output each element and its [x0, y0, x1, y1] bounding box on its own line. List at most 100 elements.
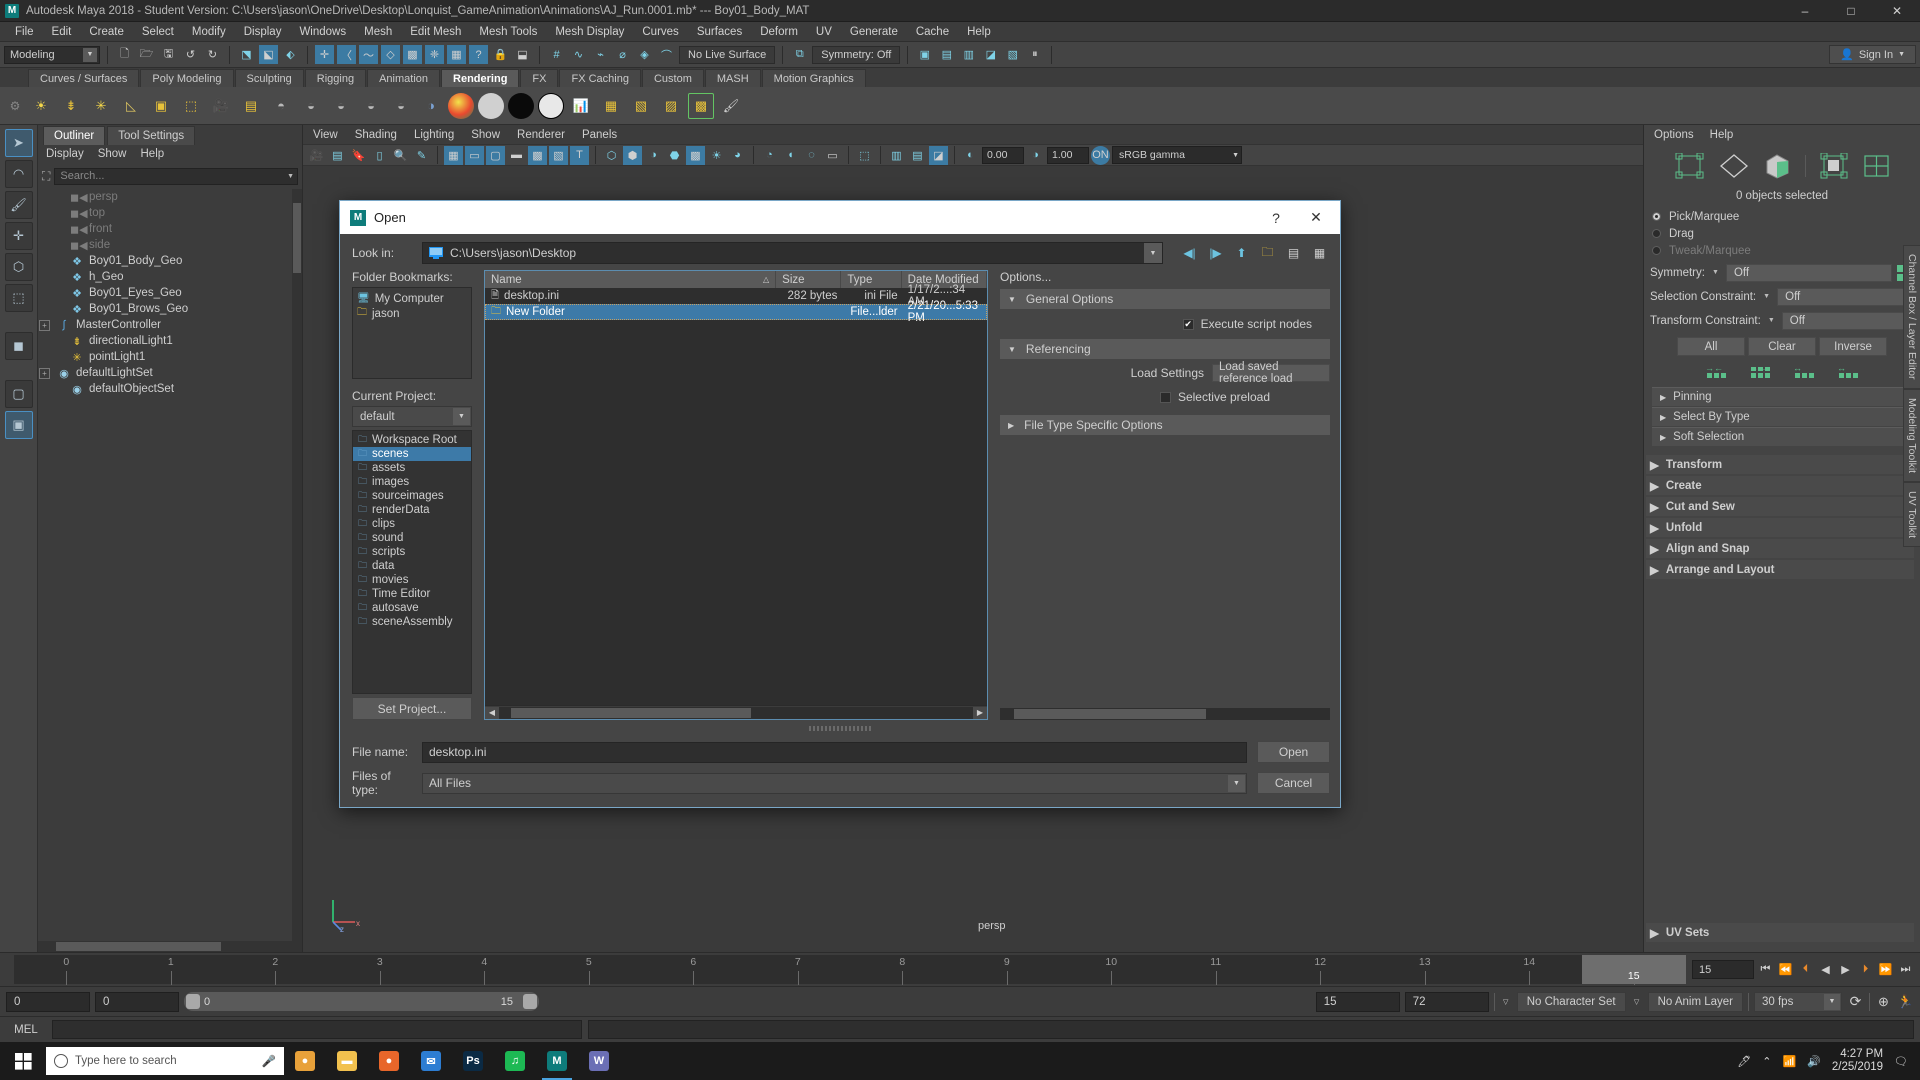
- sign-in-button[interactable]: 👤 Sign In ▼: [1829, 45, 1916, 64]
- options-horizontal-scrollbar[interactable]: [1000, 708, 1330, 720]
- shelf-tab-rendering[interactable]: Rendering: [441, 69, 520, 87]
- bookmark-item[interactable]: 🗀 jason: [357, 306, 467, 321]
- all-button[interactable]: All: [1677, 337, 1745, 356]
- bookmark-item[interactable]: 🖥 My Computer: [357, 291, 467, 306]
- taskbar-app-spotify[interactable]: ♫: [494, 1042, 536, 1080]
- vertex-mode-icon[interactable]: [1675, 153, 1705, 179]
- symmetry-field[interactable]: Symmetry: Off: [812, 45, 901, 64]
- current-time-field[interactable]: 15: [1692, 960, 1754, 979]
- shelf-tab-curves-surfaces[interactable]: Curves / Surfaces: [28, 69, 140, 87]
- character-set-field[interactable]: No Character Set: [1516, 991, 1626, 1012]
- grid-toggle-icon[interactable]: ▦: [444, 145, 463, 165]
- new-scene-icon[interactable]: 🗋: [115, 45, 134, 64]
- mel-output-field[interactable]: [588, 1020, 1914, 1039]
- select-filter-icon[interactable]: ⛶: [42, 169, 50, 184]
- microphone-icon[interactable]: 🎤: [262, 1054, 276, 1068]
- menu-modify[interactable]: Modify: [183, 22, 235, 42]
- section-transform[interactable]: ▶ Transform: [1646, 455, 1914, 474]
- render-settings-shelf-icon[interactable]: ▩: [688, 92, 714, 119]
- range-left-handle[interactable]: [186, 994, 200, 1009]
- lasso-tool-icon[interactable]: ◠: [4, 160, 33, 188]
- mel-command-input[interactable]: [52, 1020, 582, 1039]
- anim-start-field[interactable]: 15: [1315, 991, 1400, 1012]
- help-button[interactable]: ?: [1256, 203, 1296, 233]
- outliner-menu-show[interactable]: Show: [98, 148, 127, 160]
- surface-shader-icon[interactable]: [448, 92, 474, 119]
- tab-tool-settings[interactable]: Tool Settings: [107, 126, 196, 145]
- chevron-down-icon[interactable]: ▼: [287, 173, 294, 180]
- last-tool-icon[interactable]: ◼: [4, 332, 33, 360]
- shelf-tab-fx[interactable]: FX: [520, 69, 559, 87]
- project-folder-item[interactable]: 🗀 scenes: [353, 447, 471, 461]
- menu-create[interactable]: Create: [80, 22, 133, 42]
- viewport-menu-view[interactable]: View: [313, 129, 338, 141]
- radio-icon[interactable]: [1652, 246, 1661, 255]
- taskbar-app-chrome[interactable]: ●: [284, 1042, 326, 1080]
- file-list-row[interactable]: 🗀 New Folder File...lder 2/21/20...5:33 PM: [485, 300, 987, 324]
- chevron-down-icon[interactable]: ▼: [1766, 315, 1777, 326]
- viewport-menu-lighting[interactable]: Lighting: [414, 129, 454, 141]
- menu-windows[interactable]: Windows: [290, 22, 355, 42]
- mask-deformations-icon[interactable]: ◇: [381, 45, 400, 64]
- menu-surfaces[interactable]: Surfaces: [688, 22, 751, 42]
- lock-icon[interactable]: 🔒: [491, 45, 510, 64]
- notifications-icon[interactable]: 🗨: [1894, 1055, 1908, 1068]
- outliner-item[interactable]: ◼◀ side: [38, 237, 302, 253]
- volume-icon[interactable]: 🔊: [1807, 1055, 1821, 1068]
- persp-outliner-layout-icon[interactable]: ▣: [4, 411, 33, 439]
- file-list-horizontal-scrollbar[interactable]: [499, 706, 973, 719]
- shading-group-icon[interactable]: ▤: [238, 93, 264, 119]
- uv-mode-icon[interactable]: [1820, 153, 1848, 179]
- menu-cache[interactable]: Cache: [907, 22, 958, 42]
- referencing-section[interactable]: ▼ Referencing: [1000, 339, 1330, 359]
- outliner-item[interactable]: ❖ Boy01_Brows_Geo: [38, 301, 302, 317]
- area-light-icon[interactable]: ▣: [148, 93, 174, 119]
- section-pinning[interactable]: ▶ Pinning: [1652, 387, 1912, 406]
- smooth-shade-all-icon[interactable]: ⬢: [623, 145, 642, 165]
- isolate-select-icon[interactable]: ⬚: [855, 146, 874, 165]
- resolution-gate-icon[interactable]: ▢: [486, 145, 505, 165]
- column-header-type[interactable]: Type: [841, 271, 902, 288]
- edge-mode-icon[interactable]: [1719, 153, 1749, 179]
- shelf-tab-custom[interactable]: Custom: [641, 69, 704, 87]
- xray-active-components-icon[interactable]: ◪: [929, 145, 948, 165]
- menu-generate[interactable]: Generate: [841, 22, 907, 42]
- viewport-menu-show[interactable]: Show: [471, 129, 500, 141]
- select-contained-icon[interactable]: ↔: [1793, 363, 1815, 380]
- select-by-object-icon[interactable]: ⬕: [259, 45, 278, 64]
- menu-help[interactable]: Help: [958, 22, 1000, 42]
- forward-icon[interactable]: |▶: [1205, 243, 1226, 263]
- taskbar-app-mail[interactable]: ✉: [410, 1042, 452, 1080]
- open-button[interactable]: Open: [1257, 741, 1330, 763]
- time-slider[interactable]: 012345678910111213141515: [14, 955, 1686, 985]
- taskbar-app-file-explorer[interactable]: ▬: [326, 1042, 368, 1080]
- grow-selection-icon[interactable]: →←: [1749, 363, 1771, 380]
- xray-icon[interactable]: ▥: [887, 146, 906, 165]
- viewport-menu-shading[interactable]: Shading: [355, 129, 397, 141]
- side-tab-uv-toolkit[interactable]: UV Toolkit: [1903, 481, 1920, 547]
- play-forwards-icon[interactable]: ▶: [1837, 960, 1854, 980]
- undo-icon[interactable]: ↺: [181, 45, 200, 64]
- hypershade-icon[interactable]: ◪: [981, 45, 1000, 64]
- outliner-item[interactable]: ❖ h_Geo: [38, 269, 302, 285]
- scrollbar-thumb[interactable]: [1014, 709, 1206, 719]
- current-project-selector[interactable]: default ▼: [352, 406, 472, 427]
- shelf-tab-rigging[interactable]: Rigging: [304, 69, 367, 87]
- pen-icon[interactable]: 🖊: [1737, 1055, 1751, 1068]
- select-by-component-icon[interactable]: ⬖: [281, 45, 300, 64]
- project-folder-item[interactable]: 🗀 sound: [353, 531, 471, 545]
- grease-pencil-icon[interactable]: ✎: [412, 146, 431, 165]
- taskbar-app-maya[interactable]: M: [536, 1042, 578, 1080]
- gamma-field[interactable]: 1.00: [1047, 146, 1089, 164]
- outliner-item[interactable]: ❖ Boy01_Eyes_Geo: [38, 285, 302, 301]
- anim-end-field[interactable]: 72: [1404, 991, 1489, 1012]
- render-diagnostics-icon[interactable]: ▨: [658, 93, 684, 119]
- gate-mask-icon[interactable]: ▬: [507, 146, 526, 165]
- face-mode-icon[interactable]: [1763, 153, 1791, 179]
- section-unfold[interactable]: ▶ Unfold: [1646, 518, 1914, 537]
- shelf-tab-sculpting[interactable]: Sculpting: [234, 69, 304, 87]
- depth-of-field-icon[interactable]: ▭: [823, 146, 842, 165]
- render-current-frame-icon[interactable]: ▣: [915, 45, 934, 64]
- tab-outliner[interactable]: Outliner: [43, 126, 106, 145]
- use-all-lights-icon[interactable]: ☀: [707, 146, 726, 165]
